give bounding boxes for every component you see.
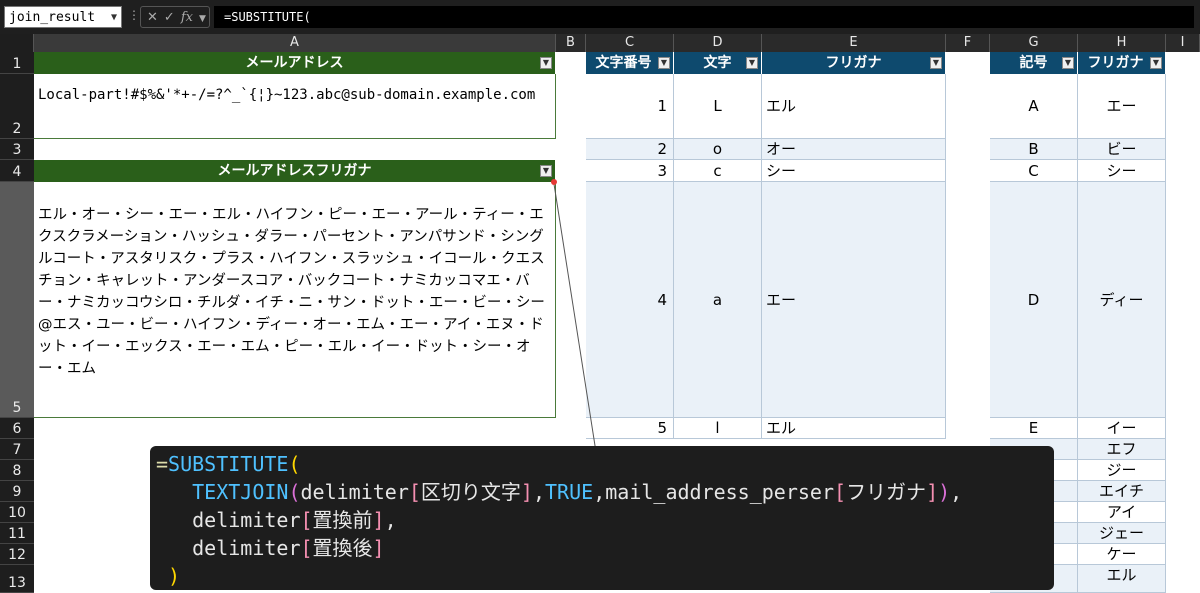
table-cell[interactable]: イー (1078, 418, 1166, 439)
table-cell[interactable]: a (674, 182, 762, 418)
col-header-d[interactable]: D (674, 34, 762, 52)
confirm-icon[interactable]: ✓ (164, 7, 175, 29)
select-all-corner[interactable] (0, 34, 34, 52)
row-header-2[interactable]: 2 (0, 74, 34, 139)
row-header-4[interactable]: 4 (0, 160, 34, 182)
furigana-table-header[interactable]: メールアドレスフリガナ ▼ (34, 160, 556, 182)
filter-dropdown-icon[interactable]: ▼ (1062, 57, 1074, 69)
table-cell[interactable]: 2 (586, 139, 674, 160)
col-header-b[interactable]: B (556, 34, 586, 52)
tooltip-line-4: delimiter[置換後] (192, 536, 385, 560)
col-header-c[interactable]: C (586, 34, 674, 52)
table-cell[interactable]: シー (1078, 160, 1166, 182)
filter-dropdown-icon[interactable]: ▼ (746, 57, 758, 69)
furigana-cell[interactable]: エル・オー・シー・エー・エル・ハイフン・ピー・エー・アール・ティー・エクスクラメ… (34, 182, 556, 418)
table-cell[interactable]: E (990, 418, 1078, 439)
row-header-9[interactable]: 9 (0, 481, 34, 502)
table-cell[interactable]: D (990, 182, 1078, 418)
table-cell[interactable]: エル (762, 74, 946, 139)
row-header-5[interactable]: 5 (0, 182, 34, 418)
filter-dropdown-icon[interactable]: ▼ (930, 57, 942, 69)
table-cell[interactable]: エー (1078, 74, 1166, 139)
table-cell[interactable]: エー (762, 182, 946, 418)
col-header-g[interactable]: G (990, 34, 1078, 52)
char-number-header[interactable]: 文字番号 ▼ (586, 52, 674, 74)
table-cell[interactable]: A (990, 74, 1078, 139)
filter-dropdown-icon[interactable]: ▼ (1150, 57, 1162, 69)
table-cell[interactable]: o (674, 139, 762, 160)
table-cell[interactable]: エイチ (1078, 481, 1166, 502)
table-cell[interactable]: B (990, 139, 1078, 160)
tooltip-line-2: TEXTJOIN(delimiter[区切り文字],TRUE,mail_addr… (192, 480, 963, 504)
table-cell[interactable]: L (674, 74, 762, 139)
name-box[interactable]: join_result ▼ (4, 6, 122, 28)
symbol-furigana-header[interactable]: フリガナ ▼ (1078, 52, 1166, 74)
table-cell[interactable]: シー (762, 160, 946, 182)
row-header-1[interactable]: 1 (0, 52, 34, 74)
col-header-f[interactable]: F (946, 34, 990, 52)
symbol-header[interactable]: 記号 ▼ (990, 52, 1078, 74)
col-header-i[interactable]: I (1166, 34, 1200, 52)
table-cell[interactable]: アイ (1078, 502, 1166, 523)
table-cell[interactable]: オー (762, 139, 946, 160)
chevron-down-icon[interactable]: ▼ (111, 7, 117, 29)
formula-input[interactable]: =SUBSTITUTE( (214, 6, 1194, 28)
tooltip-line-5: ) (168, 564, 181, 588)
formula-buttons: ✕ ✓ fx ▼ (140, 6, 210, 28)
email-table-header[interactable]: メールアドレス ▼ (34, 52, 556, 74)
table-cell[interactable]: ケー (1078, 544, 1166, 565)
formula-dropdown-icon[interactable]: ▼ (199, 8, 206, 30)
insert-function-icon[interactable]: fx (181, 7, 193, 29)
table-cell[interactable]: ディー (1078, 182, 1166, 418)
more-options-icon[interactable]: ⋮ (128, 8, 140, 22)
email-cell[interactable]: Local-part!#$%&'*+-/=?^_`{¦}~123.abc@sub… (34, 74, 556, 139)
table-cell[interactable]: l (674, 418, 762, 439)
row-header-8[interactable]: 8 (0, 460, 34, 481)
row-header-7[interactable]: 7 (0, 439, 34, 460)
row-header-6[interactable]: 6 (0, 418, 34, 439)
table-cell[interactable]: ビー (1078, 139, 1166, 160)
precedent-arrow (551, 179, 597, 453)
table-cell[interactable]: 1 (586, 74, 674, 139)
table-cell[interactable]: c (674, 160, 762, 182)
formula-tooltip: =SUBSTITUTE( TEXTJOIN(delimiter[区切り文字],T… (150, 446, 1054, 590)
table-cell[interactable]: エフ (1078, 439, 1166, 460)
col-header-e[interactable]: E (762, 34, 946, 52)
char-header[interactable]: 文字 ▼ (674, 52, 762, 74)
table-cell[interactable]: エル (762, 418, 946, 439)
table-cell[interactable]: ジー (1078, 460, 1166, 481)
table-cell[interactable]: C (990, 160, 1078, 182)
tooltip-line-1: =SUBSTITUTE( (156, 452, 301, 476)
row-header-3[interactable]: 3 (0, 139, 34, 160)
table-cell[interactable]: エル (1078, 565, 1166, 593)
row-header-12[interactable]: 12 (0, 544, 34, 565)
filter-dropdown-icon[interactable]: ▼ (658, 57, 670, 69)
row-header-10[interactable]: 10 (0, 502, 34, 523)
col-header-a[interactable]: A (34, 34, 556, 52)
row-header-11[interactable]: 11 (0, 523, 34, 544)
tooltip-line-3: delimiter[置換前], (192, 508, 397, 532)
cancel-icon[interactable]: ✕ (147, 7, 158, 29)
row-header-13[interactable]: 13 (0, 565, 34, 593)
name-box-value: join_result (9, 10, 96, 25)
filter-dropdown-icon[interactable]: ▼ (540, 57, 552, 69)
col-header-h[interactable]: H (1078, 34, 1166, 52)
table-cell[interactable]: ジェー (1078, 523, 1166, 544)
formula-bar: join_result ▼ ⋮ ✕ ✓ fx ▼ =SUBSTITUTE( (0, 0, 1200, 34)
char-furigana-header[interactable]: フリガナ ▼ (762, 52, 946, 74)
